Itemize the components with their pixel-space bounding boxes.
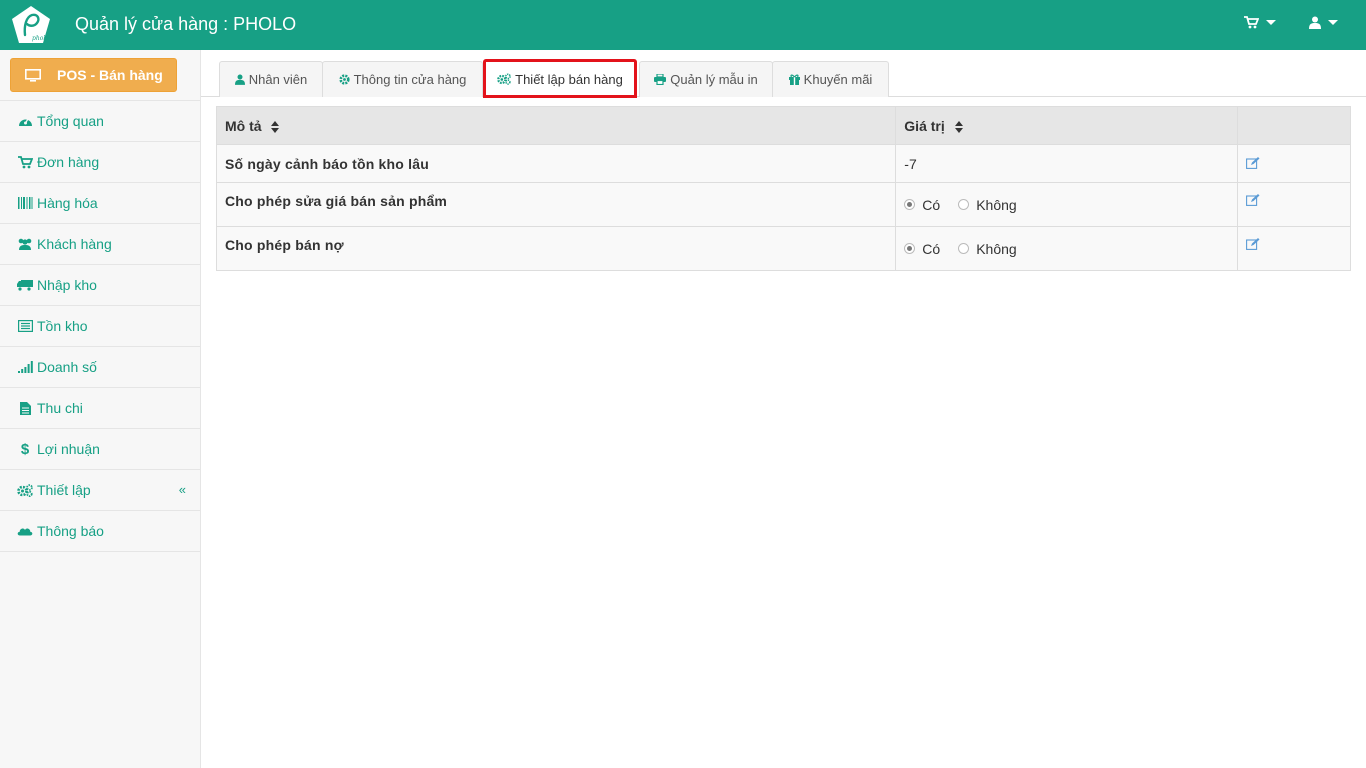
sidebar-menu: Tổng quan Đơn hàng Hàng hóa Khách hàng N… <box>0 100 200 552</box>
sidebar-item-ton-kho[interactable]: Tồn kho <box>0 306 200 347</box>
chevron-down-icon <box>1266 20 1276 25</box>
tab-quan-ly-mau-in[interactable]: Quản lý mẫu in <box>639 61 773 97</box>
radio-no[interactable] <box>958 243 970 254</box>
radio-yes[interactable] <box>904 199 916 210</box>
radio-yes-label: Có <box>922 240 941 257</box>
cart-dropdown[interactable] <box>1244 16 1276 29</box>
radio-no[interactable] <box>958 199 970 210</box>
dollar-icon: $ <box>20 440 30 458</box>
table-row: Số ngày cảnh báo tồn kho lâu -7 <box>215 144 1351 183</box>
sidebar-item-label: Hàng hóa <box>37 195 98 211</box>
sidebar-item-loi-nhuan[interactable]: $ Lợi nhuận <box>0 429 200 470</box>
print-icon <box>654 74 667 85</box>
top-navbar: pholo Quản lý cửa hàng : PHOLO <box>0 0 1366 50</box>
truck-icon <box>17 280 33 291</box>
sidebar-item-label: Khách hàng <box>37 236 112 252</box>
chevron-down-icon <box>1328 20 1338 25</box>
edit-cell <box>1237 182 1351 227</box>
sort-icon[interactable] <box>954 120 963 133</box>
svg-text:pholo: pholo <box>32 35 49 42</box>
cart-icon <box>17 155 33 168</box>
user-dropdown[interactable] <box>1309 16 1338 29</box>
sidebar-item-thong-bao[interactable]: Thông báo <box>0 511 200 552</box>
file-icon <box>19 401 31 415</box>
setting-value: Có Không <box>895 182 1239 227</box>
table-header-row: Mô tả Giá trị <box>215 106 1351 145</box>
sidebar-item-label: Tồn kho <box>37 318 88 334</box>
sidebar-item-label: Lợi nhuận <box>37 441 100 457</box>
sidebar-item-label: Nhập kho <box>37 277 97 293</box>
column-header-value[interactable]: Giá trị <box>895 106 1239 145</box>
edit-icon[interactable] <box>1246 238 1260 250</box>
cloud-icon <box>17 528 33 536</box>
tab-label: Thiết lập bán hàng <box>515 71 623 87</box>
sidebar-item-label: Thông báo <box>37 523 104 539</box>
users-icon <box>18 238 32 250</box>
sidebar-item-khach-hang[interactable]: Khách hàng <box>0 224 200 265</box>
pholo-logo-icon[interactable]: pholo <box>10 4 52 46</box>
radio-no-label: Không <box>976 240 1017 257</box>
table-row: Cho phép bán nợ Có Không <box>215 226 1351 271</box>
sidebar-item-thu-chi[interactable]: Thu chi <box>0 388 200 429</box>
edit-cell <box>1237 226 1351 271</box>
column-header-actions <box>1237 106 1351 145</box>
settings-tabs: Nhân viên Thông tin cửa hàng Thiết lập b… <box>201 59 1366 98</box>
tab-label: Quản lý mẫu in <box>670 72 758 87</box>
sidebar-item-tong-quan[interactable]: Tổng quan <box>0 101 200 142</box>
collapse-chevron-icon[interactable]: « <box>179 482 186 497</box>
gift-icon <box>788 74 800 85</box>
table-row: Cho phép sửa giá bán sản phẩm Có Không <box>215 182 1351 227</box>
signal-icon <box>17 361 33 373</box>
setting-value: -7 <box>895 144 1239 183</box>
tab-nhan-vien[interactable]: Nhân viên <box>219 61 323 97</box>
pos-sell-button[interactable]: POS - Bán hàng <box>10 58 177 92</box>
sidebar-item-doanh-so[interactable]: Doanh số <box>0 347 200 388</box>
sidebar: POS - Bán hàng Tổng quan Đơn hàng Hàng h… <box>0 50 201 768</box>
radio-yes[interactable] <box>904 243 916 254</box>
cogs-icon <box>17 483 33 497</box>
tab-khuyen-mai[interactable]: Khuyến mãi <box>772 61 889 97</box>
sidebar-item-label: Đơn hàng <box>37 154 100 170</box>
radio-yes-label: Có <box>922 196 941 213</box>
tab-label: Khuyến mãi <box>803 72 873 87</box>
user-icon <box>1309 16 1321 29</box>
sidebar-item-hang-hoa[interactable]: Hàng hóa <box>0 183 200 224</box>
sort-icon[interactable] <box>271 120 280 133</box>
app-title: Quản lý cửa hàng : PHOLO <box>75 14 297 34</box>
sidebar-item-don-hang[interactable]: Đơn hàng <box>0 142 200 183</box>
column-header-description[interactable]: Mô tả <box>215 106 897 145</box>
tab-thong-tin-cua-hang[interactable]: Thông tin cửa hàng <box>322 61 483 97</box>
setting-description: Cho phép bán nợ <box>215 226 897 271</box>
sidebar-item-label: Thu chi <box>37 400 83 416</box>
setting-value: Có Không <box>895 226 1239 271</box>
cogs-icon <box>497 73 511 85</box>
sidebar-item-nhap-kho[interactable]: Nhập kho <box>0 265 200 306</box>
sidebar-item-thiet-lap[interactable]: Thiết lập « <box>0 470 200 511</box>
user-icon <box>234 74 245 85</box>
radio-no-label: Không <box>976 196 1017 213</box>
dashboard-icon <box>18 118 32 126</box>
edit-icon[interactable] <box>1246 194 1260 206</box>
list-icon <box>17 320 33 332</box>
monitor-icon <box>25 68 41 82</box>
cart-icon <box>1244 16 1259 29</box>
sales-settings-table: Mô tả Giá trị Số ngày cảnh báo tồn kho l… <box>215 106 1351 271</box>
setting-description: Số ngày cảnh báo tồn kho lâu <box>215 144 897 183</box>
tab-thiet-lap-ban-hang[interactable]: Thiết lập bán hàng <box>483 59 637 98</box>
tab-label: Nhân viên <box>248 72 308 87</box>
barcode-icon <box>17 197 32 209</box>
sidebar-item-label: Doanh số <box>37 359 97 375</box>
edit-cell <box>1237 144 1351 183</box>
edit-icon[interactable] <box>1246 156 1260 169</box>
pos-button-label: POS - Bán hàng <box>57 67 163 83</box>
sidebar-item-label: Tổng quan <box>37 113 104 129</box>
tab-label: Thông tin cửa hàng <box>353 72 467 87</box>
sidebar-item-label: Thiết lập <box>37 482 91 498</box>
setting-description: Cho phép sửa giá bán sản phẩm <box>215 182 897 227</box>
cog-icon <box>339 74 350 85</box>
